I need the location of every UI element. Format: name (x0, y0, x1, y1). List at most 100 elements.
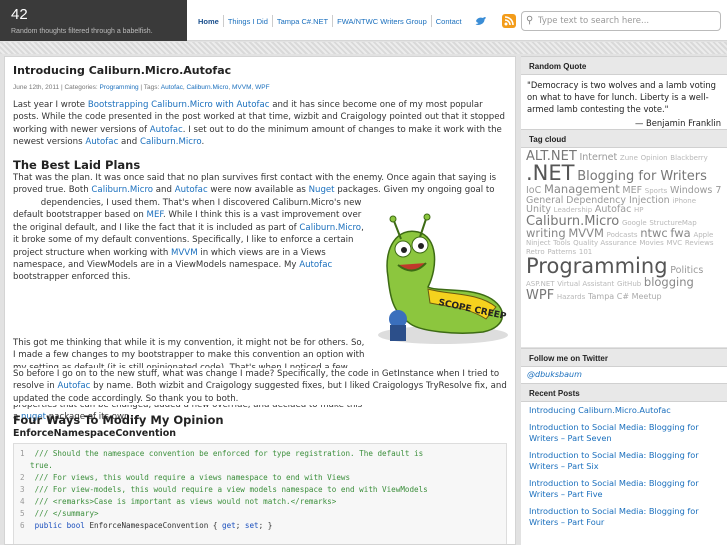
search-icon: ⚲ (526, 15, 534, 26)
tags-label: Tags: (143, 84, 160, 91)
code-block[interactable]: 1 /// Should the namespace convention be… (13, 443, 507, 544)
tag-cloud-link[interactable]: Tools (553, 239, 570, 247)
recent-post-link[interactable]: Introduction to Social Media: Blogging f… (529, 506, 719, 528)
follow-twitter-widget: @dbuksbaum (521, 367, 727, 384)
tag-cloud-link[interactable]: Ninject (526, 239, 550, 247)
tag-link-autofac[interactable]: Autofac (161, 84, 183, 91)
recent-post-link[interactable]: Introducing Caliburn.Micro.Autofac (529, 405, 719, 416)
site-header: 42 Random thoughts filtered through a ba… (0, 0, 727, 41)
recent-post-link[interactable]: Introduction to Social Media: Blogging f… (529, 422, 719, 444)
tag-cloud-link[interactable]: Quality Assurance (573, 239, 637, 247)
link-autofac[interactable]: Autofac (150, 125, 183, 135)
tag-cloud-link[interactable]: Movies (639, 239, 663, 247)
categories-label: Categories: (64, 84, 98, 91)
tag-cloud-link[interactable]: HP (634, 206, 644, 214)
link-nuget[interactable]: Nuget (309, 185, 335, 195)
recent-posts-title: Recent Posts (521, 383, 727, 402)
heading-enforce-namespace: EnforceNamespaceConvention (13, 428, 177, 439)
link-bootstrapping-post[interactable]: Bootstrapping Caliburn.Micro with Autofa… (88, 100, 270, 110)
tag-cloud-link[interactable]: Internet (579, 152, 617, 163)
recent-post-link[interactable]: Introduction to Social Media: Blogging f… (529, 450, 719, 472)
tag-cloud-link[interactable]: Zune (620, 154, 638, 162)
follow-twitter-title: Follow me on Twitter (521, 348, 727, 367)
tag-cloud-title: Tag cloud (521, 129, 727, 148)
random-quote-title: Random Quote (521, 56, 727, 75)
tag-cloud-link[interactable]: MVC (666, 239, 682, 247)
tag-link-caliburn-micro[interactable]: Caliburn.Micro (186, 84, 228, 91)
nav-divider (430, 15, 432, 27)
tag-cloud-link[interactable]: fwa (670, 226, 690, 240)
tag-cloud-link[interactable]: writing (526, 226, 566, 240)
tag-cloud-link[interactable]: Apple (693, 231, 713, 239)
tag-link-wpf[interactable]: WPF (255, 84, 269, 91)
code-line: 1 /// Should the namespace convention be… (20, 449, 424, 458)
main-nav: Home Things I Did Tampa C#.NET FWA/NTWC … (195, 14, 465, 28)
post-date: June 12th, 2011 (13, 84, 60, 91)
code-line: 5 /// </summary> (20, 509, 99, 518)
tag-cloud-link[interactable]: Blackberry (670, 154, 707, 162)
tag-cloud-link[interactable]: Tampa C# Meetup (588, 292, 662, 301)
random-quote: "Democracy is two wolves and a lamb voti… (521, 75, 727, 133)
plans-paragraph: nuget dependencies, I used them. That's … (13, 197, 365, 333)
recent-posts-list: Introducing Caliburn.Micro.Autofac Intro… (521, 402, 727, 537)
link-caliburn-micro[interactable]: Caliburn.Micro (299, 223, 361, 233)
heading-four-ways: Four Ways To Modify My Opinion (13, 413, 224, 427)
meta-separator: | (140, 84, 143, 91)
tag-cloud-link[interactable]: Reviews (685, 239, 714, 247)
post-meta: June 12th, 2011 | Categories: Programmin… (13, 84, 270, 91)
nav-divider (332, 15, 334, 27)
sidebar: Random Quote "Democracy is two wolves an… (521, 56, 727, 545)
link-autofac[interactable]: Autofac (175, 185, 208, 195)
nav-divider (271, 15, 273, 27)
link-mvvm[interactable]: MVVM (171, 248, 198, 258)
category-link-programming[interactable]: Programming (100, 84, 139, 91)
nav-things-i-did[interactable]: Things I Did (225, 17, 271, 26)
nav-contact[interactable]: Contact (433, 17, 465, 26)
post-article: Introducing Caliburn.Micro.Autofac June … (4, 56, 516, 545)
tag-cloud-link[interactable]: iPhone (672, 197, 696, 205)
link-autofac[interactable]: Autofac (85, 137, 118, 147)
nav-writers-group[interactable]: FWA/NTWC Writers Group (334, 17, 430, 26)
twitter-bird-icon[interactable] (474, 14, 488, 28)
post-title[interactable]: Introducing Caliburn.Micro.Autofac (13, 64, 231, 77)
scope-creep-illustration: SCOPE CREEP (378, 213, 508, 344)
site-logo[interactable]: 42 Random thoughts filtered through a ba… (0, 0, 187, 41)
recent-post-link[interactable]: Introduction to Social Media: Blogging f… (529, 478, 719, 500)
tag-cloud-link[interactable]: Opinion (641, 154, 668, 162)
nav-divider (222, 15, 224, 27)
meta-separator: | (60, 84, 63, 91)
code-line: 2 /// For views, this would require a vi… (20, 473, 351, 482)
link-caliburn-micro[interactable]: Caliburn.Micro (91, 185, 153, 195)
tag-link-mvvm[interactable]: MVVM (232, 84, 252, 91)
site-tagline: Random thoughts filtered through a babel… (11, 28, 153, 35)
intro-paragraph: Last year I wrote Bootstrapping Caliburn… (13, 100, 505, 148)
link-mef[interactable]: MEF (147, 210, 163, 220)
heading-best-laid-plans: The Best Laid Plans (13, 158, 141, 172)
nav-home[interactable]: Home (195, 17, 222, 26)
fix-paragraph: So before I go on to the new stuff, what… (13, 368, 507, 406)
tag-cloud-link[interactable]: GitHub (617, 280, 641, 288)
tag-cloud-link[interactable]: MVVM (568, 226, 604, 240)
nav-tampa-csharp[interactable]: Tampa C#.NET (274, 17, 331, 26)
twitter-handle-link[interactable]: @dbuksbaum (521, 367, 727, 384)
quote-text: "Democracy is two wolves and a lamb voti… (527, 80, 716, 114)
link-autofac[interactable]: Autofac (57, 381, 90, 391)
link-caliburn-micro[interactable]: Caliburn.Micro (140, 137, 201, 147)
code-line: true. (30, 461, 53, 470)
tag-cloud-link[interactable]: Virtual Assistant (557, 280, 614, 288)
tag-cloud-link[interactable]: Hazards (557, 293, 585, 301)
tag-cloud-link[interactable]: Podcasts (607, 231, 638, 239)
tag-cloud-link[interactable]: blogging (644, 275, 694, 289)
tag-cloud-widget: ALT.NET Internet Zune Opinion Blackberry… (521, 148, 727, 347)
tag-cloud-link[interactable]: Windows 7 (670, 185, 721, 196)
tag-cloud-link[interactable]: ntwc (640, 226, 668, 240)
search-input[interactable] (538, 14, 718, 28)
link-autofac[interactable]: Autofac (299, 260, 332, 270)
rss-feed-icon[interactable] (502, 14, 516, 28)
code-line: 3 /// For view-models, this would requir… (20, 485, 428, 494)
quote-author: — Benjamin Franklin (634, 118, 721, 128)
site-title[interactable]: 42 (11, 6, 28, 23)
decorative-stripe-band (0, 42, 727, 54)
recent-posts-widget: Introducing Caliburn.Micro.Autofac Intro… (521, 402, 727, 545)
tag-cloud-link[interactable]: WPF (526, 288, 554, 303)
